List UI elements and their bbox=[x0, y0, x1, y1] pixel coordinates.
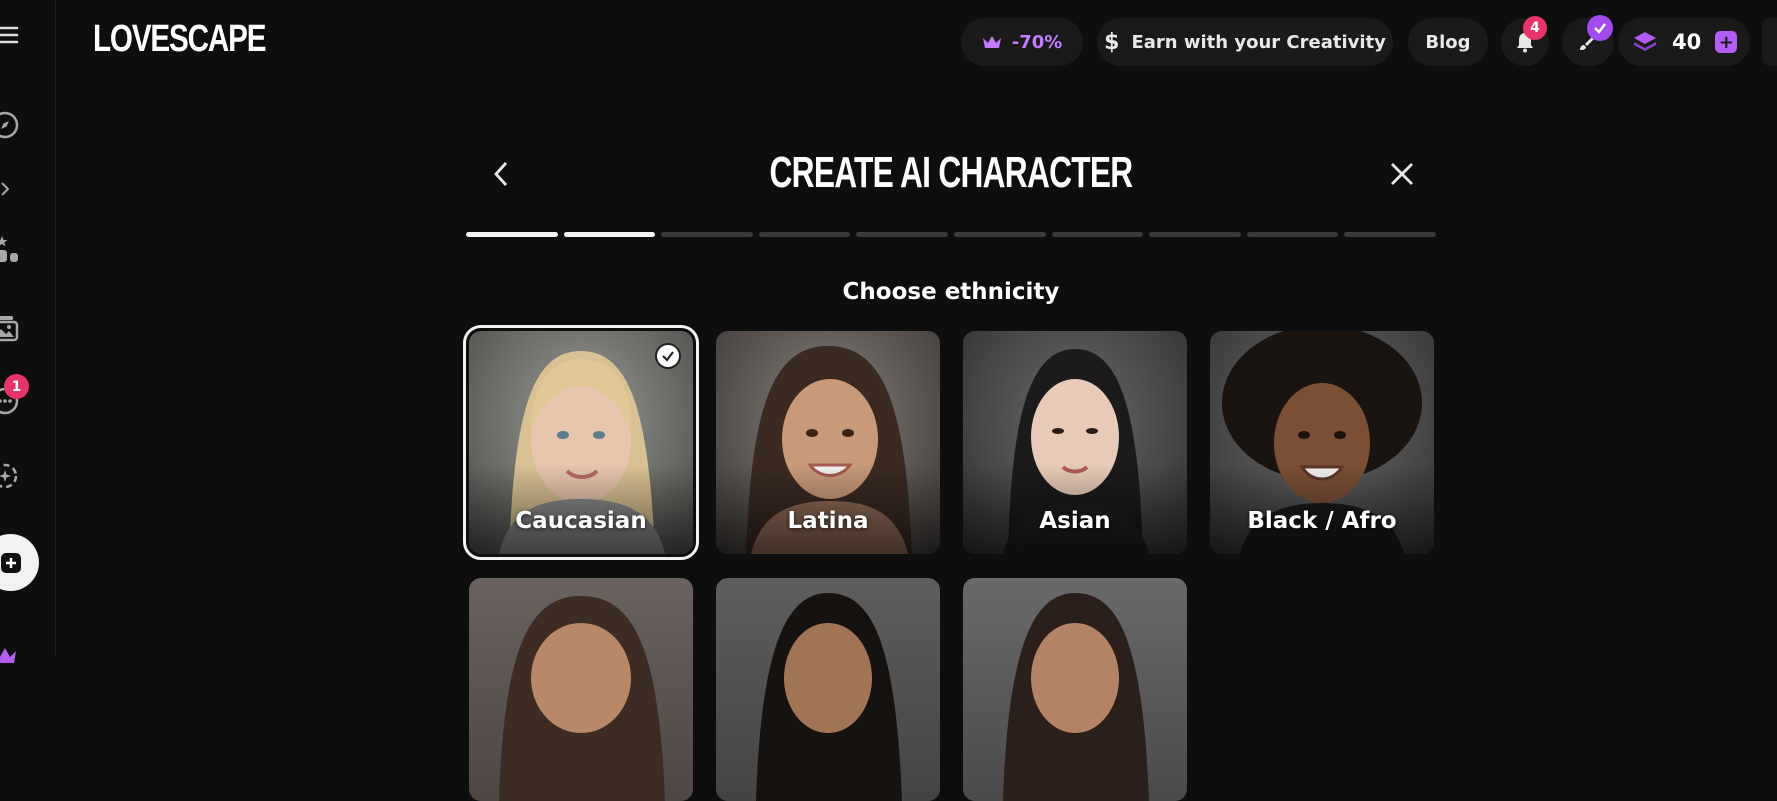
create-button[interactable] bbox=[0, 534, 39, 591]
blog-label: Blog bbox=[1425, 31, 1471, 53]
step-subtitle: Choose ethnicity bbox=[842, 279, 1060, 305]
profile-button[interactable] bbox=[1762, 18, 1777, 66]
ethnicity-option-asian[interactable]: Asian bbox=[963, 331, 1187, 554]
progress-segment bbox=[856, 232, 948, 237]
credits-count: 40 bbox=[1672, 30, 1702, 54]
progress-segment bbox=[953, 232, 1046, 237]
option-label: Asian bbox=[1039, 508, 1111, 534]
ethnicity-option-7[interactable] bbox=[963, 578, 1187, 801]
ethnicity-option-caucasian[interactable]: Caucasian bbox=[463, 325, 699, 560]
check-icon bbox=[1594, 23, 1606, 34]
close-icon bbox=[1391, 163, 1413, 185]
menu-icon[interactable] bbox=[0, 18, 22, 52]
progress-segment bbox=[661, 232, 753, 237]
crown-icon[interactable] bbox=[0, 638, 22, 672]
credits-display[interactable]: 40 + bbox=[1618, 18, 1750, 66]
gallery-icon[interactable] bbox=[0, 311, 22, 345]
selected-check bbox=[655, 343, 681, 369]
ethnicity-option-5[interactable] bbox=[469, 578, 693, 801]
check-icon bbox=[662, 351, 674, 362]
discount-label: -70% bbox=[1011, 31, 1063, 53]
add-credits-button[interactable]: + bbox=[1715, 31, 1738, 53]
ethnicity-option-6[interactable] bbox=[716, 578, 940, 801]
characters-icon[interactable] bbox=[0, 233, 22, 267]
progress-segment bbox=[1344, 232, 1436, 237]
discount-button[interactable]: -70% bbox=[961, 18, 1083, 66]
ethnicity-option-latina[interactable]: Latina bbox=[716, 331, 940, 554]
close-button[interactable] bbox=[1385, 154, 1419, 194]
verified-badge bbox=[1587, 15, 1613, 41]
dollar-icon: $ bbox=[1104, 29, 1120, 55]
crown-icon bbox=[982, 36, 1001, 48]
blog-button[interactable]: Blog bbox=[1408, 18, 1488, 66]
option-label: Caucasian bbox=[515, 508, 647, 534]
page-title: CREATE AI CHARACTER bbox=[769, 148, 1134, 197]
logo[interactable]: LOVESCAPE bbox=[93, 18, 266, 61]
option-label: Black / Afro bbox=[1247, 508, 1397, 534]
portrait-image bbox=[499, 596, 665, 801]
messages-badge: 1 bbox=[4, 374, 29, 399]
compass-icon[interactable] bbox=[0, 108, 22, 142]
progress-segment bbox=[1246, 232, 1339, 237]
portrait-image bbox=[1003, 593, 1149, 801]
option-label: Latina bbox=[787, 508, 869, 534]
earn-label: Earn with your Creativity bbox=[1131, 31, 1386, 53]
earn-button[interactable]: $ Earn with your Creativity bbox=[1097, 18, 1393, 66]
step-progress bbox=[466, 232, 1436, 237]
notifications-badge: 4 bbox=[1523, 16, 1547, 40]
progress-segment bbox=[758, 232, 851, 237]
portrait-image bbox=[756, 593, 902, 801]
progress-segment bbox=[466, 232, 558, 237]
generate-icon[interactable] bbox=[0, 459, 22, 493]
progress-segment bbox=[563, 232, 656, 237]
progress-segment bbox=[1051, 232, 1144, 237]
ethnicity-option-black-afro[interactable]: Black / Afro bbox=[1210, 331, 1434, 554]
layers-icon bbox=[1634, 32, 1656, 51]
progress-segment bbox=[1149, 232, 1241, 237]
chevron-right-icon[interactable] bbox=[0, 172, 22, 206]
sidebar: 1 bbox=[0, 0, 56, 663]
